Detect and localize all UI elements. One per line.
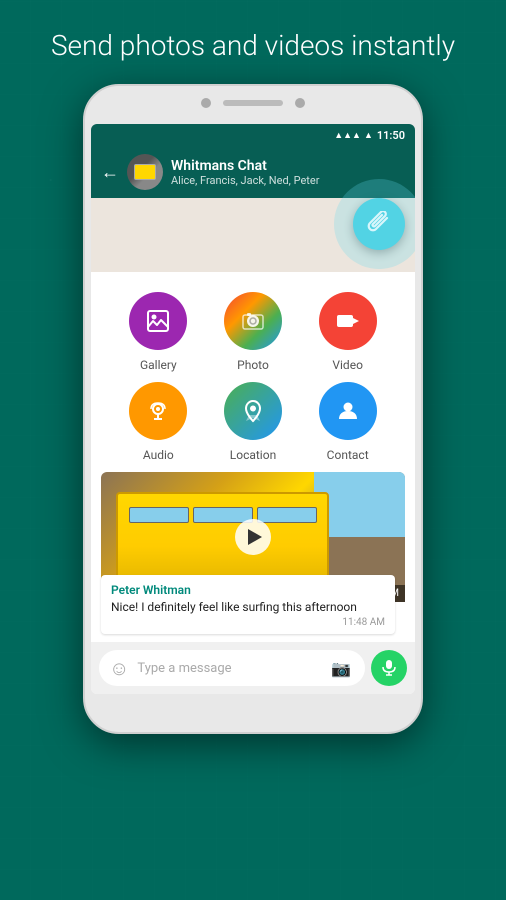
attach-audio[interactable]: Audio [111,382,206,462]
camera-button[interactable]: 📷 [331,659,351,678]
location-icon [239,397,267,425]
status-icons: ▲▲▲ ▲ [334,130,373,141]
gallery-icon-circle [129,292,187,350]
fab-ripple [334,179,415,269]
attach-photo[interactable]: Photo [206,292,301,372]
bubble-text: Nice! I definitely feel like surfing thi… [111,599,385,616]
avatar [127,154,163,190]
status-time: 11:50 [377,129,405,142]
signal-icon: ▲▲▲ [334,130,361,141]
video-icon-circle [319,292,377,350]
wifi-icon: ▲ [364,130,373,141]
attach-gallery[interactable]: Gallery [111,292,206,372]
phone-speaker [223,100,283,106]
phone-screen: ▲▲▲ ▲ 11:50 ← Whitmans Chat Alice, Franc… [91,124,415,694]
attachment-panel: Gallery [91,272,415,694]
location-icon-circle [224,382,282,440]
back-button[interactable]: ← [101,162,119,183]
promo-title: Send photos and videos instantly [0,28,506,64]
gallery-label: Gallery [140,358,177,372]
play-icon [248,529,262,545]
promo-header: Send photos and videos instantly [0,0,506,84]
avatar-image [127,154,163,190]
chat-name: Whitmans Chat [171,158,405,174]
audio-icon [144,397,172,425]
attach-video[interactable]: Video [300,292,395,372]
bubble-sender: Peter Whitman [111,583,385,597]
video-label: Video [332,358,363,372]
status-bar: ▲▲▲ ▲ 11:50 [91,124,415,146]
mic-icon [380,659,398,677]
phone-wrapper: ▲▲▲ ▲ 11:50 ← Whitmans Chat Alice, Franc… [0,84,506,734]
phone-camera-2 [295,98,305,108]
video-icon [334,307,362,335]
phone-frame: ▲▲▲ ▲ 11:50 ← Whitmans Chat Alice, Franc… [83,84,423,734]
photo-icon [239,307,267,335]
audio-icon-circle [129,382,187,440]
photo-icon-circle [224,292,282,350]
tram-body [116,492,329,583]
attach-location[interactable]: Location [206,382,301,462]
chat-content: Gallery [91,198,415,694]
photo-label: Photo [237,358,269,372]
gallery-icon [144,307,172,335]
mic-button[interactable] [371,650,407,686]
contact-icon [334,397,362,425]
phone-top-hardware [201,98,305,108]
fab-attach-button[interactable] [353,198,405,250]
emoji-button[interactable]: ☺ [109,656,129,681]
attach-contact[interactable]: Contact [300,382,395,462]
tram-window-1 [129,507,189,523]
audio-label: Audio [143,448,174,462]
location-label: Location [230,448,276,462]
attachment-grid: Gallery [91,272,415,472]
tram-windows [129,507,317,523]
text-bubble: Peter Whitman Nice! I definitely feel li… [101,575,395,635]
contact-label: Contact [327,448,369,462]
message-input-field[interactable]: ☺ Type a message 📷 [99,650,365,686]
contact-icon-circle [319,382,377,440]
input-bar: ☺ Type a message 📷 [91,642,415,694]
tram-window-3 [257,507,317,523]
phone-camera [201,98,211,108]
bubble-time: 11:48 AM [111,617,385,628]
input-placeholder: Type a message [137,661,323,676]
